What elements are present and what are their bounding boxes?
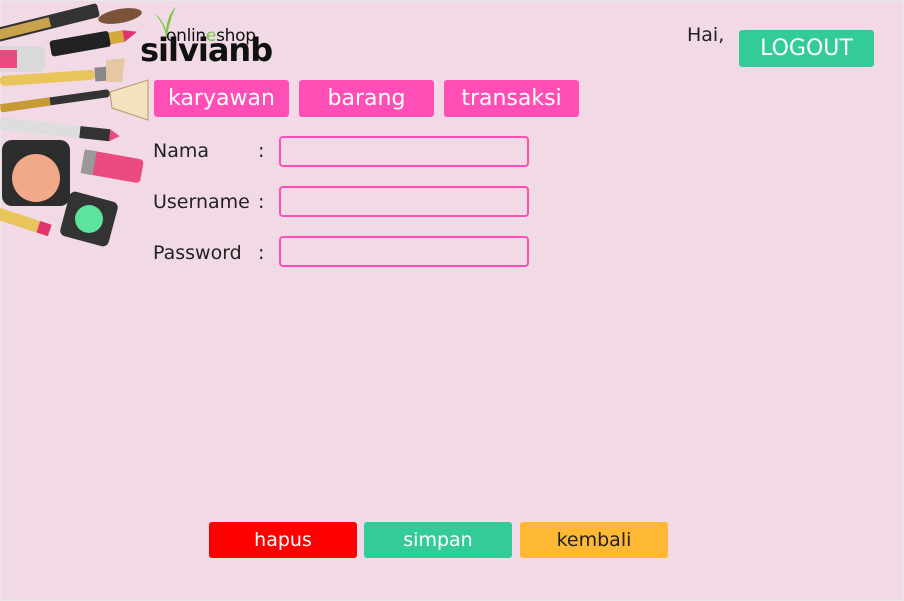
nama-input[interactable] bbox=[279, 136, 529, 167]
nama-label: Nama bbox=[153, 140, 210, 162]
nama-colon: : bbox=[258, 140, 265, 162]
simpan-button[interactable]: simpan bbox=[364, 522, 512, 558]
brand-name: silvianb bbox=[140, 31, 273, 69]
brand-logo[interactable]: onlineshop silvianb bbox=[140, 6, 290, 69]
password-input[interactable] bbox=[279, 236, 529, 267]
kembali-button[interactable]: kembali bbox=[520, 522, 668, 558]
password-label: Password bbox=[153, 242, 242, 264]
hapus-button[interactable]: hapus bbox=[209, 522, 357, 558]
makeup-illustration bbox=[0, 3, 149, 247]
username-colon: : bbox=[258, 191, 265, 213]
greeting-text: Hai, bbox=[687, 24, 725, 46]
nav-barang-button[interactable]: barang bbox=[299, 80, 434, 117]
nav-transaksi-button[interactable]: transaksi bbox=[444, 80, 579, 117]
username-input[interactable] bbox=[279, 186, 529, 217]
logout-button[interactable]: LOGOUT bbox=[739, 30, 874, 67]
username-label: Username bbox=[153, 191, 250, 213]
nav-karyawan-button[interactable]: karyawan bbox=[154, 80, 289, 117]
password-colon: : bbox=[258, 242, 265, 264]
